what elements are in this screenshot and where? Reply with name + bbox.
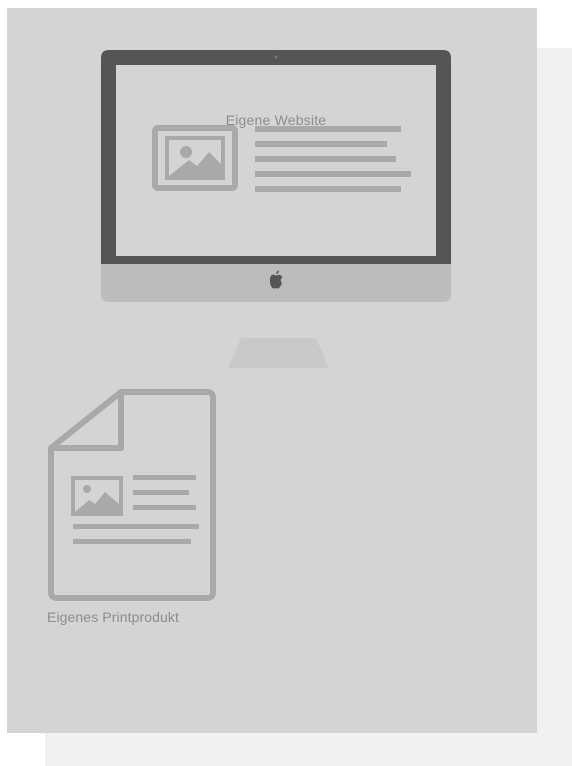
- foreground-card: Eigene Website Eigenes Printprodukt: [7, 8, 537, 733]
- image-placeholder-icon: [71, 476, 123, 516]
- camera-icon: [274, 55, 278, 59]
- image-placeholder-icon: [152, 125, 238, 191]
- website-label: Eigene Website: [225, 112, 327, 128]
- canvas: Eigene Website Eigenes Printprodukt: [0, 0, 572, 766]
- monitor-icon: [101, 50, 451, 368]
- print-mockup: [43, 388, 218, 608]
- monitor-mockup: Eigene Website: [101, 48, 451, 368]
- document-icon: [48, 389, 216, 601]
- monitor-stand: [228, 338, 329, 368]
- print-label: Eigenes Printprodukt: [47, 609, 179, 625]
